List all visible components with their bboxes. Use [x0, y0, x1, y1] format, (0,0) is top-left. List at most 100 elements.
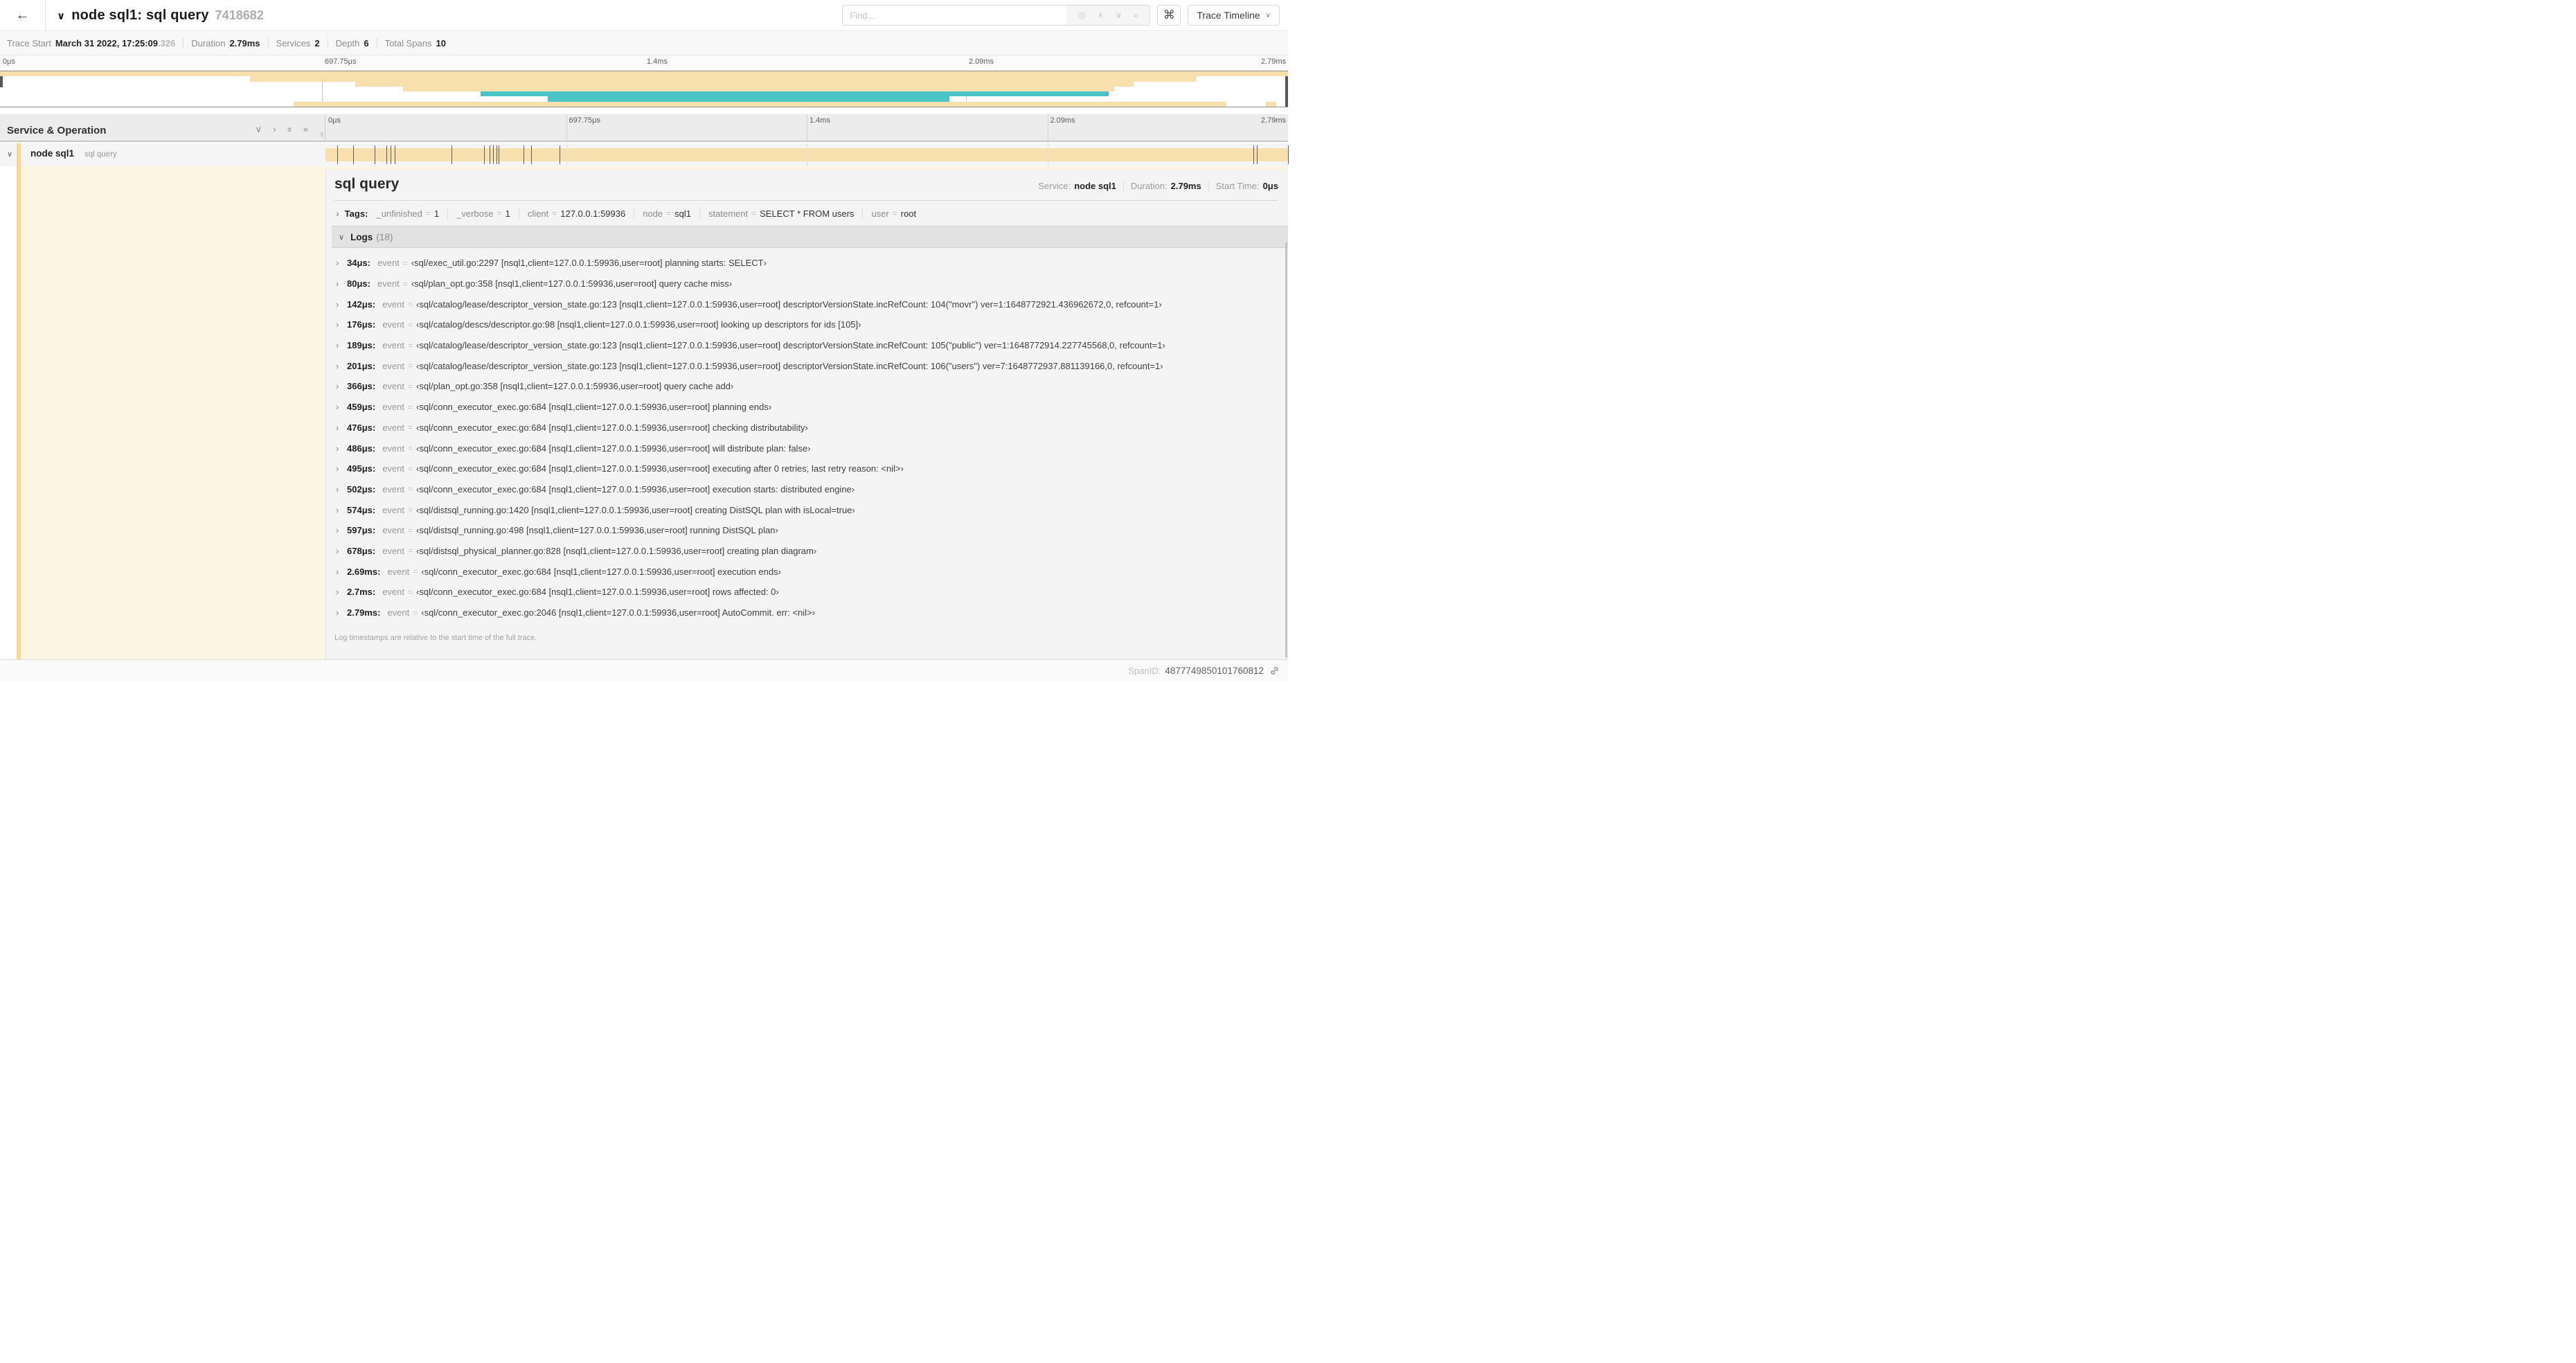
trace-timeline-dropdown[interactable]: Trace Timeline ∨	[1188, 5, 1280, 26]
equals-sign: =	[408, 402, 413, 412]
collapse-one-icon[interactable]: ∨	[256, 124, 262, 135]
minimap-canvas[interactable]	[0, 71, 1288, 107]
log-field-value: ‹sql/conn_executor_exec.go:2046 [nsql1,c…	[421, 607, 815, 618]
log-expander-icon[interactable]: ›	[336, 402, 347, 412]
chevron-down-icon: ∨	[1265, 11, 1271, 19]
log-expander-icon[interactable]: ›	[336, 484, 347, 495]
log-row[interactable]: › 476μs: event = ‹sql/conn_executor_exec.go:…	[334, 418, 1278, 438]
summary-label: Services	[276, 38, 311, 48]
log-expander-icon[interactable]: ›	[336, 587, 347, 597]
span-collapse-chevron-icon[interactable]: ∨	[7, 150, 12, 159]
equals-sign: =	[408, 443, 413, 454]
log-expander-icon[interactable]: ›	[336, 546, 347, 556]
log-row[interactable]: › 495μs: event = ‹sql/conn_executor_exec.go:…	[334, 458, 1278, 479]
minimap-span-bar	[480, 91, 1109, 97]
log-expander-icon[interactable]: ›	[336, 505, 347, 515]
locate-icon[interactable]: ◎	[1078, 10, 1086, 21]
service-operation-label: Service & Operation	[7, 125, 107, 136]
prev-match-icon[interactable]: ∧	[1098, 10, 1104, 21]
logs-collapse-icon[interactable]: ∨	[339, 233, 344, 242]
log-row[interactable]: › 574μs: event = ‹sql/distsql_running.go:142…	[334, 499, 1278, 520]
log-expander-icon[interactable]: ›	[336, 381, 347, 391]
log-expander-icon[interactable]: ›	[336, 361, 347, 371]
log-marker-tick[interactable]	[1253, 145, 1255, 164]
log-marker-tick[interactable]	[531, 145, 533, 164]
log-row[interactable]: › 2.79ms: event = ‹sql/conn_executor_exec.go…	[334, 603, 1278, 623]
minimap-span-bar	[1266, 101, 1277, 107]
log-row[interactable]: › 80μs: event = ‹sql/plan_opt.go:358 [nsql1,…	[334, 274, 1278, 294]
log-field-value: ‹sql/conn_executor_exec.go:684 [nsql1,cl…	[416, 443, 811, 454]
expand-one-icon[interactable]: ›	[273, 124, 276, 135]
span-row-name-column[interactable]: ∨ node sql1 sql query	[0, 143, 325, 166]
ruler-tick-label: 697.75μs	[569, 116, 600, 125]
collapse-all-icon[interactable]: »	[284, 127, 295, 132]
log-expander-icon[interactable]: ›	[336, 443, 347, 454]
log-row[interactable]: › 2.69ms: event = ‹sql/conn_executor_exec.go…	[334, 561, 1278, 582]
log-row[interactable]: › 366μs: event = ‹sql/plan_opt.go:358 [nsql1…	[334, 376, 1278, 397]
logs-accordion-header[interactable]: ∨ Logs (18)	[332, 226, 1288, 248]
tags-expander-icon[interactable]: ›	[336, 208, 339, 219]
log-marker-tick[interactable]	[386, 145, 387, 164]
logs-count: (18)	[376, 231, 393, 242]
tag-key: _unfinished	[376, 208, 422, 219]
log-marker-tick[interactable]	[451, 145, 453, 164]
log-row[interactable]: › 142μs: event = ‹sql/catalog/lease/descript…	[334, 294, 1278, 314]
log-marker-tick[interactable]	[337, 145, 338, 164]
find-input[interactable]	[843, 6, 1067, 25]
log-row[interactable]: › 678μs: event = ‹sql/distsql_physical_plann…	[334, 541, 1278, 562]
log-row[interactable]: › 2.7ms: event = ‹sql/conn_executor_exec.go:…	[334, 582, 1278, 603]
log-row[interactable]: › 486μs: event = ‹sql/conn_executor_exec.go:…	[334, 438, 1278, 458]
keyboard-shortcuts-button[interactable]: ⌘	[1157, 5, 1181, 26]
service-operation-header: Service & Operation ∨ › » » ‖	[0, 114, 325, 141]
back-button[interactable]: ←	[0, 0, 46, 31]
link-icon[interactable]	[1269, 666, 1280, 676]
span-row-timeline[interactable]	[325, 143, 1289, 166]
log-field-key: event	[387, 607, 410, 618]
log-expander-icon[interactable]: ›	[336, 422, 347, 433]
log-expander-icon[interactable]: ›	[336, 340, 347, 350]
log-field-key: event	[382, 340, 405, 351]
next-match-icon[interactable]: ∨	[1115, 10, 1122, 21]
clear-search-icon[interactable]: ×	[1133, 10, 1138, 21]
log-marker-tick[interactable]	[352, 145, 354, 164]
log-marker-tick[interactable]	[483, 145, 485, 164]
equals-sign: =	[408, 525, 413, 535]
log-row[interactable]: › 502μs: event = ‹sql/conn_executor_exec.go:…	[334, 479, 1278, 500]
divider	[1122, 181, 1124, 191]
log-expander-icon[interactable]: ›	[336, 278, 347, 289]
trace-title-row[interactable]: ∨ node sql1: sql query 7418682	[57, 0, 264, 31]
log-row[interactable]: › 176μs: event = ‹sql/catalog/descs/descript…	[334, 314, 1278, 335]
expand-all-icon[interactable]: »	[303, 124, 308, 135]
tags-row[interactable]: › Tags: _unfinished = 1 _verbose = 1 client = 12…	[334, 201, 1278, 226]
equals-sign: =	[497, 208, 502, 218]
log-expander-icon[interactable]: ›	[336, 567, 347, 577]
minimap-span-bar	[547, 96, 949, 102]
log-expander-icon[interactable]: ›	[336, 607, 347, 618]
log-timestamp: 34μs:	[347, 258, 370, 269]
log-row[interactable]: › 597μs: event = ‹sql/distsql_running.go:498…	[334, 520, 1278, 541]
log-timestamp: 574μs:	[347, 504, 376, 515]
span-detail-panel: sql query Service: node sql1 Duration: 2.79…	[325, 170, 1288, 659]
spanid-label: SpanID:	[1128, 666, 1161, 676]
log-expander-icon[interactable]: ›	[336, 299, 347, 310]
tag-value: 1	[433, 208, 440, 219]
log-expander-icon[interactable]: ›	[336, 258, 347, 268]
collapse-trace-chevron-icon[interactable]: ∨	[57, 10, 65, 22]
log-expander-icon[interactable]: ›	[336, 463, 347, 474]
log-row[interactable]: › 201μs: event = ‹sql/catalog/lease/descript…	[334, 355, 1278, 376]
detail-operation-title: sql query	[334, 176, 400, 192]
log-row[interactable]: › 34μs: event = ‹sql/exec_util.go:2297 [nsql…	[334, 253, 1278, 274]
log-field-key: event	[382, 299, 405, 310]
detail-meta-value: 2.79ms	[1170, 181, 1201, 191]
log-marker-tick[interactable]	[1288, 145, 1289, 164]
log-expander-icon[interactable]: ›	[336, 319, 347, 330]
log-expander-icon[interactable]: ›	[336, 525, 347, 535]
span-row[interactable]: ∨ node sql1 sql query	[0, 143, 1289, 166]
log-marker-tick[interactable]	[493, 145, 494, 164]
minimap-right-handle[interactable]	[1285, 71, 1288, 107]
vertical-scrollbar-thumb[interactable]	[1285, 242, 1287, 658]
column-resizer-grip[interactable]: ‖	[321, 132, 323, 139]
log-marker-tick[interactable]	[1257, 145, 1258, 164]
log-row[interactable]: › 189μs: event = ‹sql/catalog/lease/descript…	[334, 335, 1278, 356]
log-row[interactable]: › 459μs: event = ‹sql/conn_executor_exec.go:…	[334, 397, 1278, 418]
